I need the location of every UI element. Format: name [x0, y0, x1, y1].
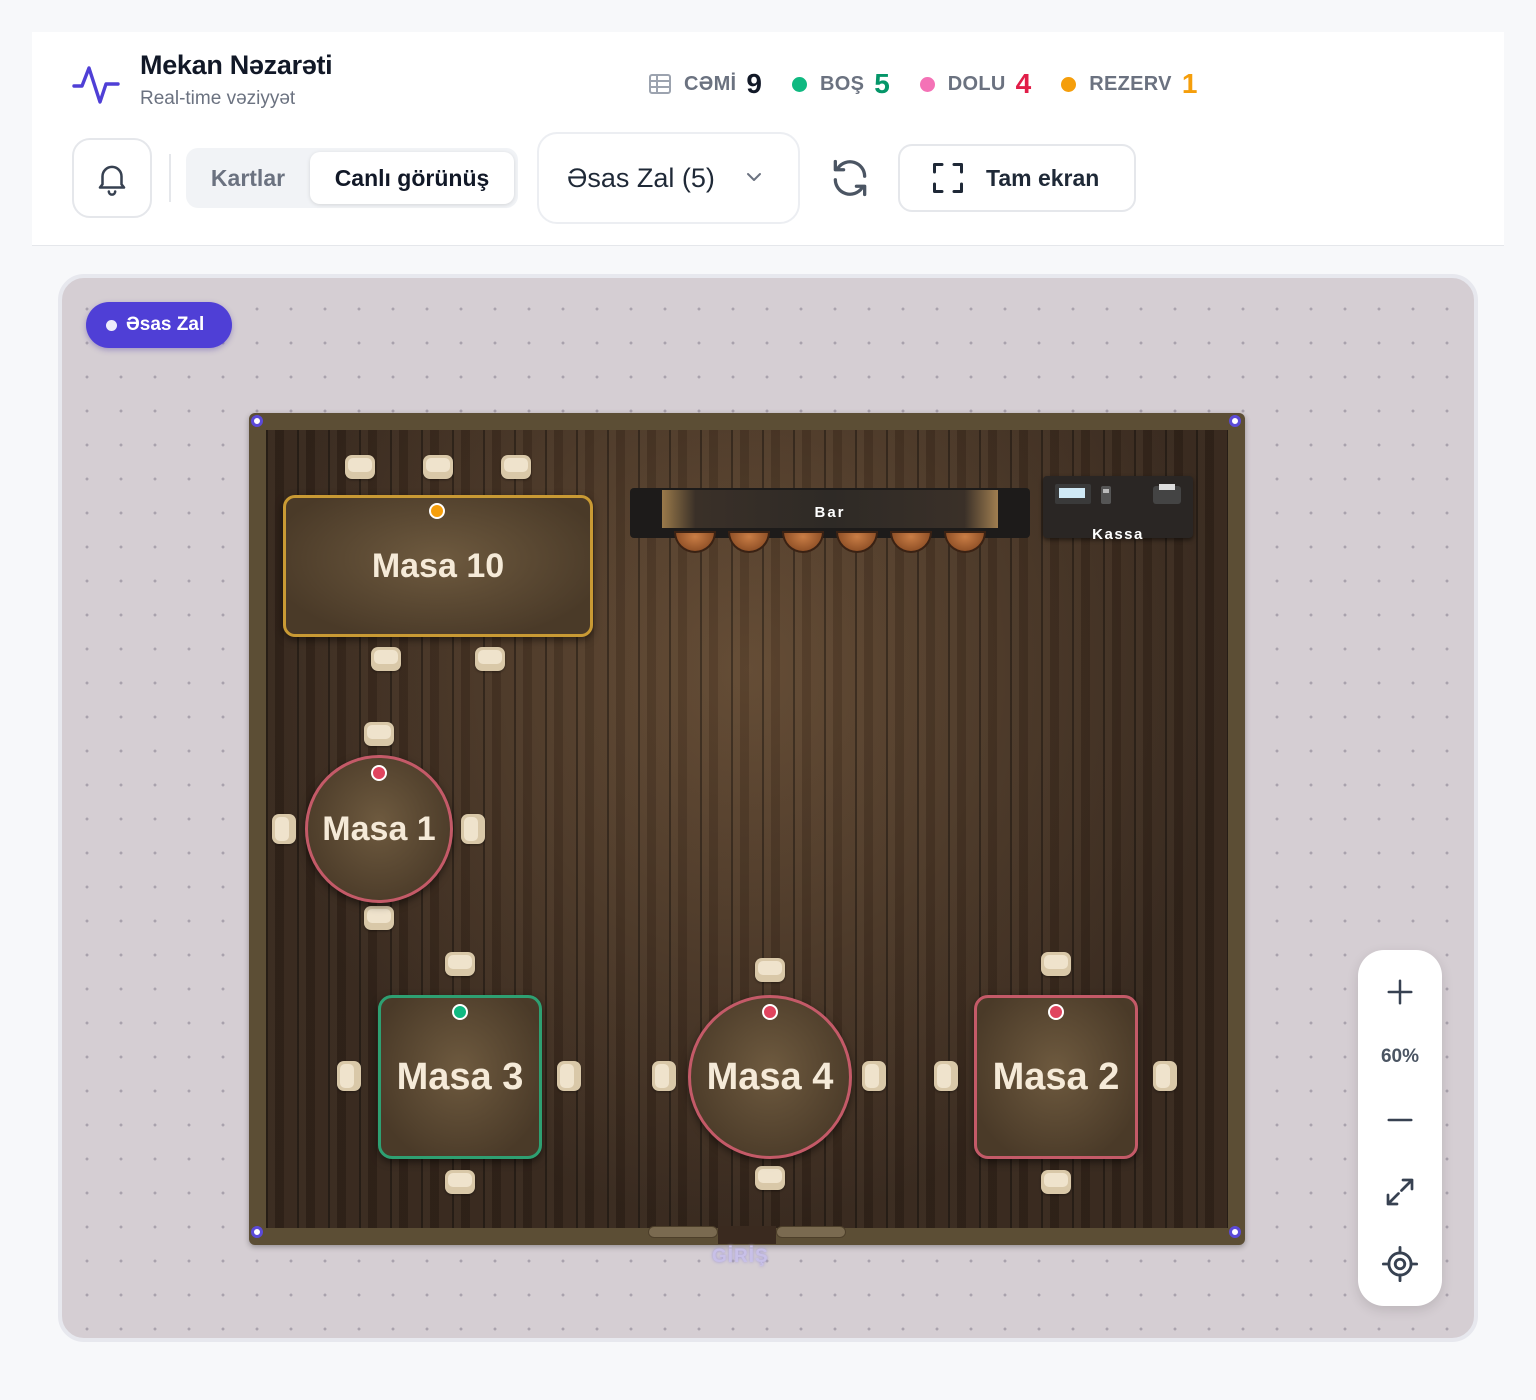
free-dot-icon	[791, 76, 807, 92]
fit-view-button[interactable]	[1380, 1172, 1420, 1212]
entrance-opening	[718, 1226, 776, 1244]
door-leaf	[648, 1226, 718, 1238]
chair	[364, 906, 394, 930]
stat-total: CƏMİ 9	[648, 68, 762, 100]
chair	[1041, 1170, 1071, 1194]
chair	[755, 1166, 785, 1190]
cashier-desk[interactable]: Kassa	[1043, 476, 1193, 543]
stat-free-value: 5	[874, 68, 890, 99]
stat-total-label: CƏMİ	[684, 72, 737, 95]
badge-dot-icon	[106, 319, 117, 331]
hall-select[interactable]: Əsas Zal (5)	[537, 132, 800, 224]
chair	[345, 455, 375, 479]
notifications-button[interactable]	[72, 138, 152, 218]
chair	[652, 1061, 676, 1091]
status-summary: CƏMİ 9 BOŞ 5 DOLU 4 REZERV 1	[648, 66, 1227, 102]
plus-icon	[1387, 979, 1413, 1005]
room-corner-handle[interactable]	[1229, 1226, 1241, 1238]
chair	[272, 814, 296, 844]
table-name: Masa 3	[396, 1055, 524, 1098]
expand-arrows-icon	[1386, 1178, 1414, 1206]
chair	[501, 455, 531, 479]
chair	[934, 1061, 958, 1091]
chair	[1153, 1061, 1177, 1091]
activity-icon	[72, 66, 120, 104]
stat-free: BOŞ 5	[791, 68, 890, 100]
stat-free-label: BOŞ	[819, 72, 865, 95]
occupied-dot-icon	[919, 76, 935, 92]
chair	[475, 647, 505, 671]
stat-occupied: DOLU 4	[919, 68, 1032, 100]
target-icon	[1381, 1245, 1419, 1283]
stat-reserved-label: REZERV	[1089, 72, 1172, 95]
chair	[364, 722, 394, 746]
status-dot-icon	[371, 765, 387, 781]
recenter-button[interactable]	[1380, 1244, 1420, 1284]
toolbar-divider	[169, 154, 171, 202]
fullscreen-button[interactable]: Tam ekran	[898, 144, 1136, 212]
bar-label: Bar	[814, 504, 846, 521]
zoom-in-button[interactable]	[1380, 972, 1420, 1012]
entrance-label: GİRİŞ	[712, 1246, 769, 1267]
table-name: Masa 4	[706, 1055, 834, 1098]
status-dot-icon	[1048, 1004, 1064, 1020]
table-name: Masa 10	[371, 546, 505, 585]
hall-badge-label: Əsas Zal	[126, 314, 205, 335]
chair	[445, 1170, 475, 1194]
chair	[1041, 952, 1071, 976]
fullscreen-label: Tam ekran	[986, 164, 1100, 191]
stat-occupied-value: 4	[1015, 68, 1032, 99]
chair	[755, 958, 785, 982]
zoom-controls: 60%	[1358, 950, 1442, 1306]
door-leaf	[776, 1226, 846, 1238]
minus-icon	[1387, 1118, 1413, 1122]
view-live-tab[interactable]: Canlı görünüş	[310, 152, 514, 204]
chair	[445, 952, 475, 976]
status-dot-icon	[762, 1004, 778, 1020]
stat-reserved: REZERV 1	[1061, 68, 1197, 100]
table-name: Masa 1	[322, 809, 436, 848]
hall-badge: Əsas Zal	[86, 302, 232, 348]
pos-terminal-icon	[1055, 484, 1181, 504]
zoom-out-button[interactable]	[1380, 1100, 1420, 1140]
refresh-icon[interactable]	[828, 156, 872, 200]
room-corner-handle[interactable]	[251, 1226, 263, 1238]
fullscreen-icon	[933, 163, 963, 193]
table-grid-icon	[649, 74, 671, 94]
table-name: Masa 2	[992, 1055, 1120, 1098]
kassa-label: Kassa	[1092, 526, 1144, 543]
chair	[337, 1061, 361, 1091]
chair	[461, 814, 485, 844]
stat-total-value: 9	[746, 68, 762, 99]
stat-reserved-value: 1	[1181, 68, 1198, 99]
view-toggle: Kartlar Canlı görünüş	[186, 148, 518, 208]
page-title: Mekan Nəzarəti	[140, 50, 333, 80]
page-subtitle: Real-time vəziyyət	[140, 88, 296, 109]
reserved-dot-icon	[1061, 76, 1077, 92]
chair	[862, 1061, 886, 1091]
zoom-level: 60%	[1380, 1046, 1420, 1067]
chair	[557, 1061, 581, 1091]
room-corner-handle[interactable]	[251, 415, 263, 427]
chair	[371, 647, 401, 671]
status-dot-icon	[429, 503, 445, 519]
status-dot-icon	[452, 1004, 468, 1020]
stat-occupied-label: DOLU	[947, 72, 1006, 95]
room-corner-handle[interactable]	[1229, 415, 1241, 427]
chevron-down-icon	[747, 173, 761, 181]
view-cards-tab[interactable]: Kartlar	[186, 148, 310, 208]
chair	[423, 455, 453, 479]
bell-icon	[98, 165, 126, 196]
hall-select-value: Əsas Zal (5)	[567, 162, 715, 193]
